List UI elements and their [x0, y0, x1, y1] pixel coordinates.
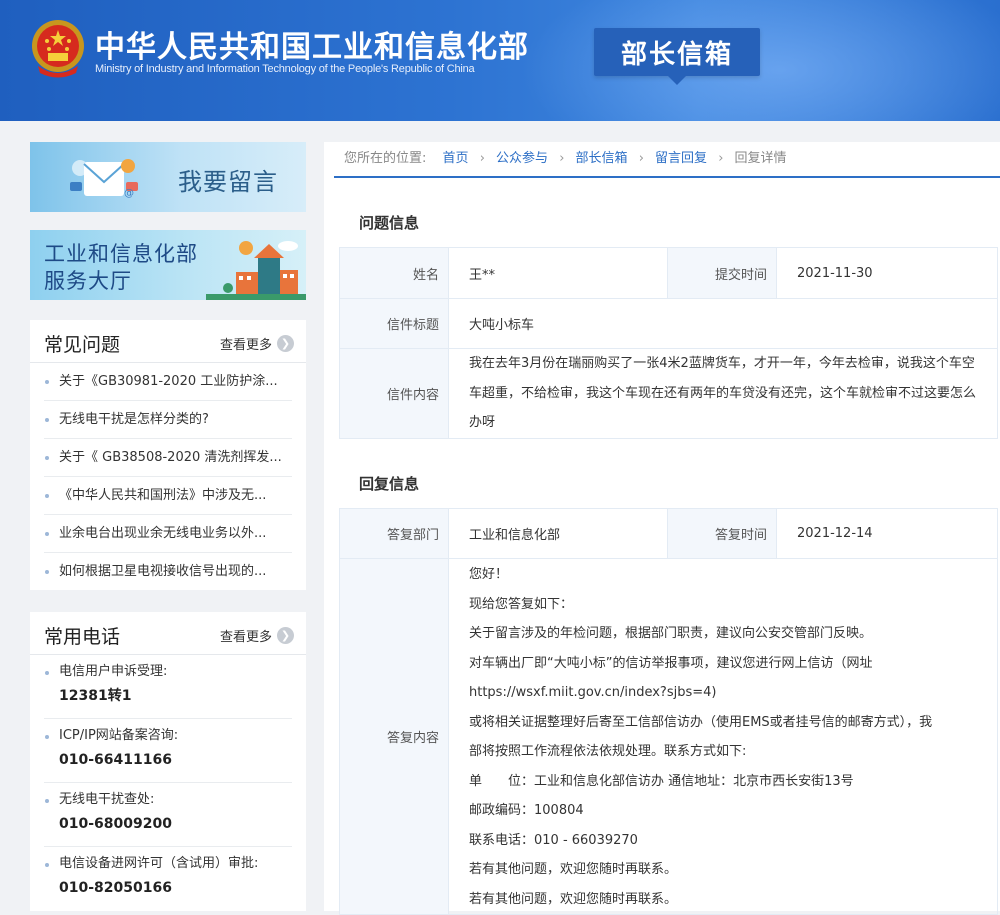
content-value: 我在去年3月份在瑞丽购买了一张4米2蓝牌货车，才开一年，今年去检审，说我这个车空… [448, 348, 998, 439]
reply-row-dept: 答复部门 工业和信息化部 答复时间 2021-12-14 [339, 508, 998, 559]
reply-section-title: 回复信息 [359, 475, 420, 493]
phone-number: 010-68009200 [59, 816, 172, 832]
reply-line: 您好！ [469, 567, 509, 582]
phone-number: 010-66411166 [59, 752, 172, 768]
reply-content-label: 答复内容 [339, 558, 449, 915]
submit-time-value: 2021-11-30 [776, 247, 998, 299]
site-title: 中华人民共和国工业和信息化部 [95, 30, 529, 65]
chevron-right-icon: ❯ [277, 627, 294, 644]
breadcrumb-separator: › [638, 151, 644, 166]
service-hall-line1: 工业和信息化部 [44, 242, 198, 266]
phone-label: 电信用户申诉受理: [59, 664, 168, 679]
reply-time-label: 答复时间 [667, 508, 777, 559]
reply-dept-label: 答复部门 [339, 508, 449, 559]
reply-line: 若有其他问题，欢迎您随时再联系。 [469, 891, 678, 907]
breadcrumb-public-participation[interactable]: 公众参与 [496, 151, 548, 166]
phone-list: 电信用户申诉受理: 12381转1 ICP/IP网站备案咨询: 010-6641… [30, 655, 306, 910]
svg-text:@: @ [124, 188, 134, 199]
breadcrumb-current: 回复详情 [734, 151, 787, 166]
content-label: 信件内容 [339, 348, 449, 439]
faq-item[interactable]: 关于《 GB38508-2020 清洗剂挥发... [44, 439, 292, 477]
faq-item[interactable]: 业余电台出现业余无线电业务以外... [44, 515, 292, 553]
main-content: 您所在的位置: 首页 › 公众参与 › 部长信箱 › 留言回复 › 回复详情 问… [324, 142, 1000, 915]
phone-number: 12381转1 [59, 688, 132, 704]
breadcrumb-separator: › [559, 151, 565, 166]
submit-time-label: 提交时间 [667, 247, 777, 299]
phones-panel-header: 常用电话 查看更多 ❯ [30, 612, 306, 655]
question-table: 姓名 王** 提交时间 2021-11-30 信件标题 大吨小标车 信件内容 我… [339, 247, 998, 439]
faq-more-label: 查看更多 [219, 338, 272, 353]
phones-more-link[interactable]: 查看更多 ❯ [220, 626, 294, 645]
header-glow [520, 0, 1000, 121]
breadcrumb-minister-mailbox[interactable]: 部长信箱 [576, 151, 628, 166]
name-value: 王** [448, 247, 668, 299]
breadcrumb-home[interactable]: 首页 [443, 151, 469, 166]
reply-line: 部将按照工作流程依法依规处理。联系方式如下: [469, 744, 747, 759]
faq-panel-header: 常见问题 查看更多 ❯ [30, 320, 306, 363]
minister-mailbox-badge[interactable]: 部长信箱 [594, 28, 760, 85]
city-buildings-icon [206, 241, 306, 300]
phone-label: ICP/IP网站备案咨询: [59, 728, 179, 743]
envelope-icon: @ [70, 159, 138, 199]
phone-label: 电信设备进网许可（含试用）审批: [59, 856, 259, 871]
breadcrumb-underline [334, 176, 1000, 178]
leave-message-banner[interactable]: @ 我要留言 [30, 142, 306, 212]
minister-mailbox-label: 部长信箱 [620, 39, 733, 70]
reply-table: 答复部门 工业和信息化部 答复时间 2021-12-14 答复内容 您好！ 现给… [339, 508, 998, 915]
phones-panel: 常用电话 查看更多 ❯ 电信用户申诉受理: 12381转1 ICP/IP网站备案… [30, 612, 306, 911]
reply-dept-value: 工业和信息化部 [448, 508, 668, 559]
faq-panel: 常见问题 查看更多 ❯ 关于《GB30981-2020 工业防护涂... 无线电… [30, 320, 306, 590]
faq-item[interactable]: 关于《GB30981-2020 工业防护涂... [44, 363, 292, 401]
phone-label: 无线电干扰查处: [59, 792, 155, 807]
subject-value: 大吨小标车 [448, 298, 998, 349]
phone-number: 010-82050166 [59, 880, 172, 896]
site-header: 中华人民共和国工业和信息化部 Ministry of Industry and … [0, 0, 1000, 121]
phone-item: 无线电干扰查处: 010-68009200 [44, 783, 292, 847]
reply-line: 现给您答复如下： [469, 596, 574, 612]
faq-list: 关于《GB30981-2020 工业防护涂... 无线电干扰是怎样分类的? 关于… [30, 363, 306, 590]
faq-more-link[interactable]: 查看更多 ❯ [220, 334, 294, 353]
reply-row-content: 答复内容 您好！ 现给您答复如下： 关于留言涉及的年检问题，根据部门职责，建议向… [339, 558, 998, 915]
reply-time-value: 2021-12-14 [776, 508, 998, 559]
question-row-subject: 信件标题 大吨小标车 [339, 298, 998, 349]
reply-line: https://wsxf.miit.gov.cn/index?sjbs=4) [469, 685, 717, 700]
faq-item[interactable]: 无线电干扰是怎样分类的? [44, 401, 292, 439]
chevron-right-icon: ❯ [277, 335, 294, 352]
name-label: 姓名 [339, 247, 449, 299]
phone-item: 电信用户申诉受理: 12381转1 [44, 655, 292, 719]
phones-more-label: 查看更多 [219, 630, 272, 645]
breadcrumb-separator: › [718, 151, 724, 166]
breadcrumb-message-reply[interactable]: 留言回复 [655, 151, 707, 166]
badge-pointer [668, 76, 686, 85]
reply-line: 对车辆出厂即“大吨小标”的信访举报事项，建议您进行网上信访（网址 [469, 655, 873, 671]
service-hall-banner[interactable]: 工业和信息化部 服务大厅 [30, 230, 306, 300]
national-emblem-icon [32, 20, 84, 78]
reply-line: 联系电话：010 - 66039270 [469, 832, 638, 848]
reply-line: 关于留言涉及的年检问题，根据部门职责，建议向公安交管部门反映。 [469, 626, 873, 641]
reply-line: 或将相关证据整理好后寄至工信部信访办（使用EMS或者挂号信的邮寄方式），我 [469, 714, 933, 730]
phone-item: 电信设备进网许可（含试用）审批: 010-82050166 [44, 847, 292, 910]
breadcrumb-prefix: 您所在的位置: [344, 151, 427, 166]
phone-item: ICP/IP网站备案咨询: 010-66411166 [44, 719, 292, 783]
site-subtitle: Ministry of Industry and Information Tec… [95, 63, 475, 75]
reply-line: 邮政编码：100804 [469, 803, 584, 818]
question-section-title: 问题信息 [359, 214, 420, 232]
breadcrumb: 您所在的位置: 首页 › 公众参与 › 部长信箱 › 留言回复 › 回复详情 [344, 142, 787, 176]
reply-line: 若有其他问题，欢迎您随时再联系。 [469, 862, 678, 877]
phones-title: 常用电话 [44, 626, 121, 648]
faq-item[interactable]: 《中华人民共和国刑法》中涉及无... [44, 477, 292, 515]
reply-content: 您好！ 现给您答复如下： 关于留言涉及的年检问题，根据部门职责，建议向公安交管部… [448, 558, 998, 915]
subject-label: 信件标题 [339, 298, 449, 349]
breadcrumb-separator: › [479, 151, 485, 166]
faq-item[interactable]: 如何根据卫星电视接收信号出现的... [44, 553, 292, 590]
question-row-content: 信件内容 我在去年3月份在瑞丽购买了一张4米2蓝牌货车，才开一年，今年去检审，说… [339, 348, 998, 439]
question-row-name: 姓名 王** 提交时间 2021-11-30 [339, 247, 998, 299]
reply-line: 单 位：工业和信息化部信访办 通信地址：北京市西长安街13号 [469, 773, 854, 789]
service-hall-line2: 服务大厅 [44, 269, 132, 293]
faq-title: 常见问题 [44, 334, 121, 356]
leave-message-label: 我要留言 [178, 168, 278, 196]
